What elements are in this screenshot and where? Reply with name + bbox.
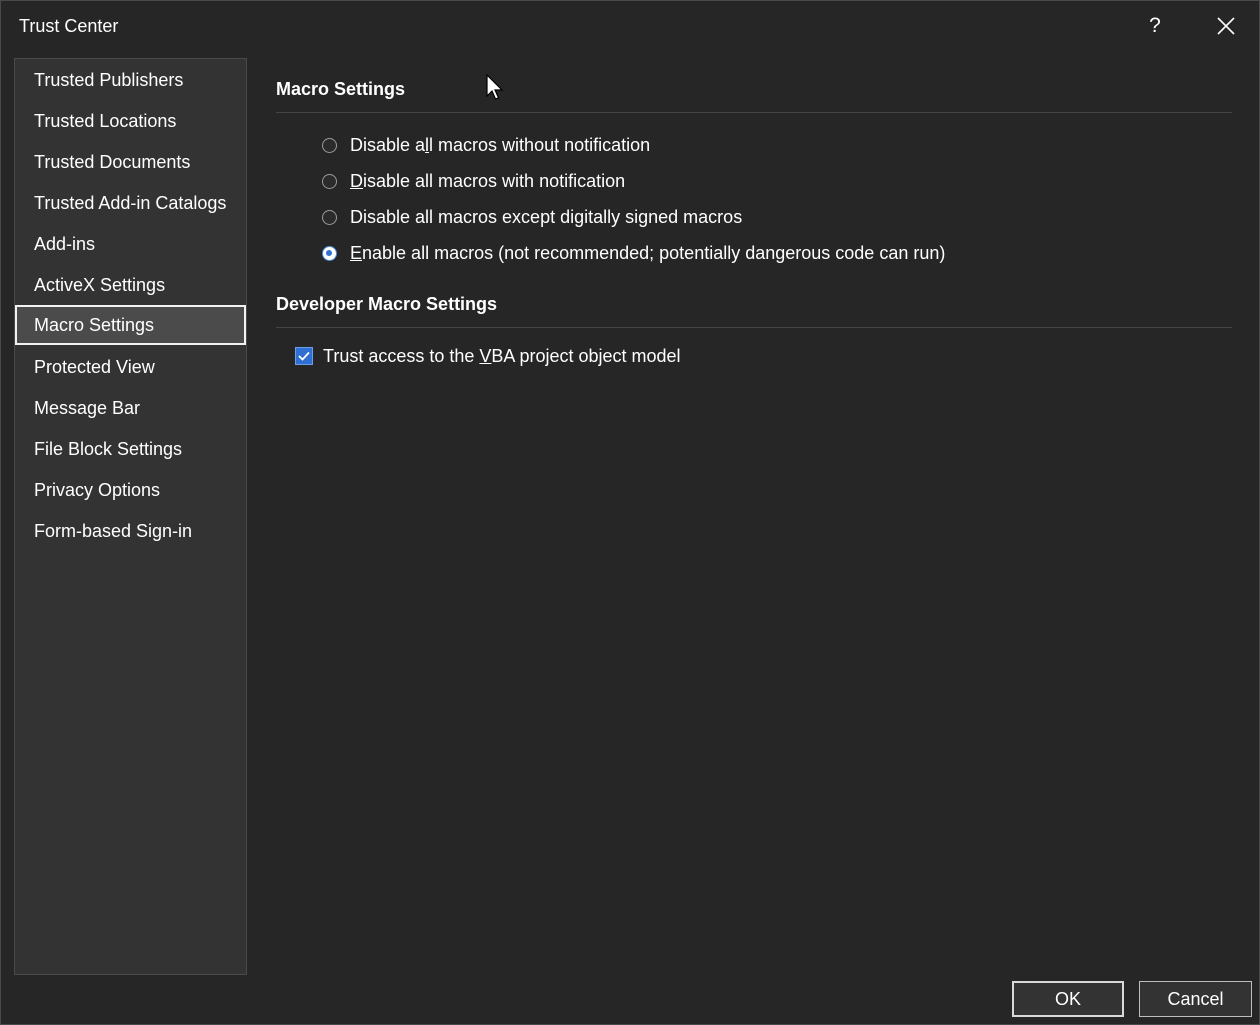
section-divider <box>276 112 1232 113</box>
sidebar-item-message-bar[interactable]: Message Bar <box>15 388 246 428</box>
radio-button[interactable] <box>322 209 337 225</box>
radio-label: Disable all macros without notification <box>350 134 651 155</box>
macro-settings-heading: Macro Settings <box>276 79 406 99</box>
close-icon <box>1217 17 1235 35</box>
sidebar-item-privacy-options[interactable]: Privacy Options <box>15 470 246 510</box>
developer-macro-settings-heading: Developer Macro Settings <box>276 294 498 314</box>
help-button[interactable]: ? <box>1137 10 1173 42</box>
sidebar-item-form-based-sign-in[interactable]: Form-based Sign-in <box>15 511 246 551</box>
window-title: Trust Center <box>19 16 119 36</box>
checkmark-icon <box>298 351 310 361</box>
sidebar-item-activex-settings[interactable]: ActiveX Settings <box>15 265 246 305</box>
sidebar-nav: Trusted Publishers Trusted Locations Tru… <box>14 58 247 975</box>
cancel-button[interactable]: Cancel <box>1139 981 1252 1017</box>
radio-label: Disable all macros with notification <box>350 170 626 191</box>
radio-label: Disable all macros except digitally sign… <box>350 206 743 227</box>
trust-center-dialog: Trust Center ? Trusted Publishers Truste… <box>0 0 1260 1025</box>
radio-button[interactable] <box>322 137 337 153</box>
radio-button[interactable] <box>322 173 337 189</box>
section-divider <box>276 327 1232 328</box>
close-button[interactable] <box>1208 10 1244 42</box>
sidebar-item-file-block-settings[interactable]: File Block Settings <box>15 429 246 469</box>
radio-disable-with-notification[interactable]: Disable all macros with notification <box>322 169 625 193</box>
radio-button-selected[interactable] <box>322 245 337 261</box>
trust-vba-access-option[interactable]: Trust access to the VBA project object m… <box>295 344 681 368</box>
ok-button[interactable]: OK <box>1012 981 1124 1017</box>
sidebar-item-trusted-documents[interactable]: Trusted Documents <box>15 142 246 182</box>
mouse-pointer-icon <box>486 74 504 100</box>
help-icon: ? <box>1149 14 1161 37</box>
vba-access-checkbox[interactable] <box>295 347 313 365</box>
sidebar-item-macro-settings[interactable]: Macro Settings <box>15 305 246 345</box>
radio-label: Enable all macros (not recommended; pote… <box>350 242 946 263</box>
radio-enable-all-macros[interactable]: Enable all macros (not recommended; pote… <box>322 241 945 265</box>
sidebar-item-trusted-publishers[interactable]: Trusted Publishers <box>15 60 246 100</box>
radio-disable-except-signed[interactable]: Disable all macros except digitally sign… <box>322 205 742 229</box>
sidebar-item-protected-view[interactable]: Protected View <box>15 347 246 387</box>
sidebar-item-add-ins[interactable]: Add-ins <box>15 224 246 264</box>
sidebar-item-trusted-add-in-catalogs[interactable]: Trusted Add-in Catalogs <box>15 183 246 223</box>
checkbox-label: Trust access to the VBA project object m… <box>323 345 681 366</box>
sidebar-item-trusted-locations[interactable]: Trusted Locations <box>15 101 246 141</box>
title-bar[interactable]: Trust Center ? <box>1 1 1259 51</box>
radio-disable-without-notification[interactable]: Disable all macros without notification <box>322 133 650 157</box>
